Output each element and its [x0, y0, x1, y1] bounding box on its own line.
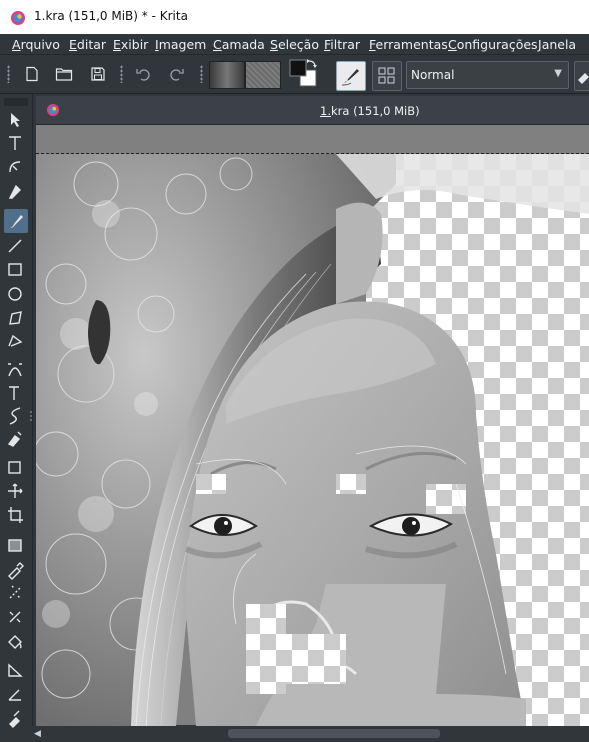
color-sampler-icon — [8, 562, 24, 580]
pattern-selector[interactable] — [245, 61, 281, 89]
text-icon — [9, 136, 21, 150]
rectangle-icon — [8, 263, 22, 276]
toolbar-separator — [120, 65, 123, 83]
move-icon — [8, 483, 23, 498]
menu-bar: Arquivo Editar Exibir Imagem Camada Sele… — [0, 34, 589, 55]
krita-document-icon — [47, 104, 59, 116]
reference-image-icon — [9, 710, 20, 728]
menu-selecao[interactable]: Seleção — [270, 37, 319, 52]
fg-bg-color-icon — [289, 59, 317, 87]
fill-icon — [8, 635, 22, 649]
select-shapes-icon — [11, 113, 20, 127]
brush-editor-button[interactable] — [336, 61, 366, 91]
polygon-icon — [9, 311, 22, 325]
scroll-left-icon[interactable]: ◀ — [34, 729, 44, 739]
active-tool-highlight — [4, 209, 28, 233]
menu-camada[interactable]: Camada — [213, 37, 265, 52]
new-document-icon — [26, 66, 38, 82]
gradient-icon — [8, 539, 22, 552]
toolbox-icons — [4, 113, 32, 728]
multibrush-icon — [7, 431, 22, 447]
dynamic-brush-icon — [9, 407, 21, 425]
menu-imagem[interactable]: Imagem — [155, 37, 206, 52]
polyline-icon — [8, 334, 23, 347]
menu-filtrar[interactable]: Filtrar — [324, 37, 360, 52]
eraser-mode-button[interactable] — [574, 61, 589, 91]
blend-mode-value: Normal — [411, 68, 455, 82]
similar-select-icon — [9, 611, 21, 623]
horizontal-scrollbar[interactable]: ◀ — [32, 726, 589, 742]
krita-app-icon — [11, 11, 25, 25]
gradient-selector[interactable] — [209, 61, 245, 89]
assistant-icon — [8, 663, 23, 677]
calligraphy-icon — [8, 184, 21, 199]
bezier-curve-icon — [8, 363, 22, 377]
open-folder-icon — [55, 68, 73, 81]
undo-icon — [136, 69, 150, 81]
freehand-path-icon — [9, 386, 19, 400]
save-button[interactable] — [87, 63, 109, 85]
undo-button[interactable] — [132, 63, 154, 85]
color-selector[interactable] — [288, 58, 318, 88]
document-tab-title: 1.kra (151,0 MiB) — [320, 104, 420, 118]
transform-icon — [8, 461, 21, 474]
chevron-down-icon: ▼ — [554, 68, 562, 79]
new-document-button[interactable] — [21, 63, 43, 85]
save-icon — [91, 67, 105, 81]
window-title: 1.kra (151,0 MiB) * - Krita — [34, 9, 188, 23]
toolbar-separator-2 — [200, 65, 203, 83]
scrollbar-thumb[interactable] — [228, 729, 440, 738]
menu-arquivo[interactable]: Arquivo — [12, 37, 60, 52]
crop-icon — [8, 507, 23, 523]
redo-icon — [170, 69, 184, 81]
brush-presets-button[interactable] — [372, 61, 402, 91]
redo-button[interactable] — [166, 63, 188, 85]
brush-presets-icon — [378, 67, 395, 84]
menu-ferramentas[interactable]: Ferramentas — [369, 37, 448, 52]
menu-janela[interactable]: Janela — [538, 37, 576, 52]
measure-icon — [8, 689, 21, 701]
brush-editor-icon — [341, 69, 359, 86]
window-title-bar: 1.kra (151,0 MiB) * - Krita — [0, 0, 589, 34]
blend-mode-select[interactable]: Normal ▼ — [406, 61, 569, 89]
edit-shapes-icon — [9, 161, 21, 173]
smart-patch-icon — [9, 585, 21, 599]
menu-configuracoes[interactable]: Configurações — [448, 37, 538, 52]
menu-editar[interactable]: Editar — [69, 37, 106, 52]
document-tab[interactable]: 1.kra (151,0 MiB) — [36, 96, 589, 125]
canvas-artwork[interactable] — [36, 154, 589, 726]
painting-image — [36, 154, 589, 726]
menu-exibir[interactable]: Exibir — [113, 37, 148, 52]
toolbox — [0, 94, 33, 742]
line-icon — [8, 239, 22, 253]
toolbar-grip[interactable] — [7, 65, 10, 83]
eraser-icon — [578, 73, 589, 84]
open-document-button[interactable] — [53, 63, 75, 85]
ellipse-icon — [8, 287, 22, 301]
